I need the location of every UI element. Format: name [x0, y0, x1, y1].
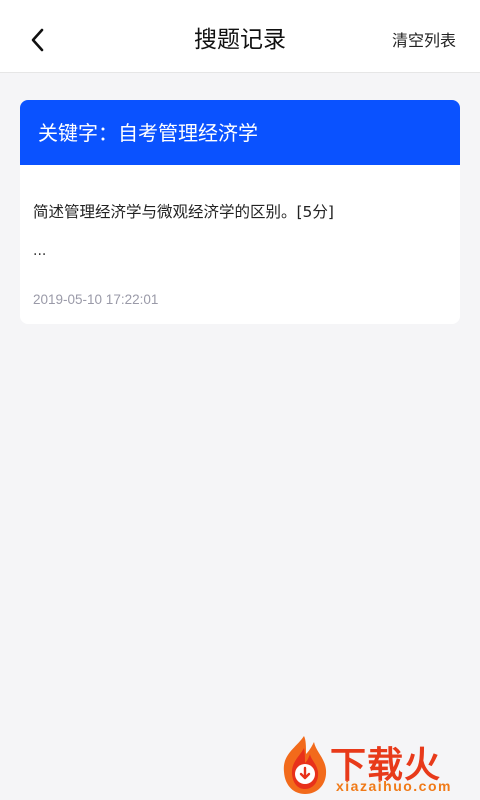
- watermark-url: xiazaihuo.com: [336, 778, 452, 794]
- watermark: 下载火 xiazaihuo.com: [276, 734, 476, 798]
- flame-logo-icon: [283, 736, 327, 794]
- record-timestamp: 2019-05-10 17:22:01: [33, 292, 159, 307]
- app-header: 搜题记录 清空列表: [0, 0, 480, 73]
- clear-list-button[interactable]: 清空列表: [392, 0, 456, 72]
- record-card-body: 简述管理经济学与微观经济学的区别。[5分] ... 2019-05-10 17:…: [20, 165, 460, 324]
- answer-preview: ...: [33, 243, 47, 259]
- keyword-label: 关键字：: [38, 121, 118, 145]
- question-text[interactable]: 简述管理经济学与微观经济学的区别。[5分]: [33, 200, 334, 222]
- record-card-header: 关键字：自考管理经济学: [20, 100, 460, 165]
- keyword-value: 自考管理经济学: [118, 121, 258, 145]
- record-card[interactable]: 关键字：自考管理经济学 简述管理经济学与微观经济学的区别。[5分] ... 20…: [20, 100, 460, 324]
